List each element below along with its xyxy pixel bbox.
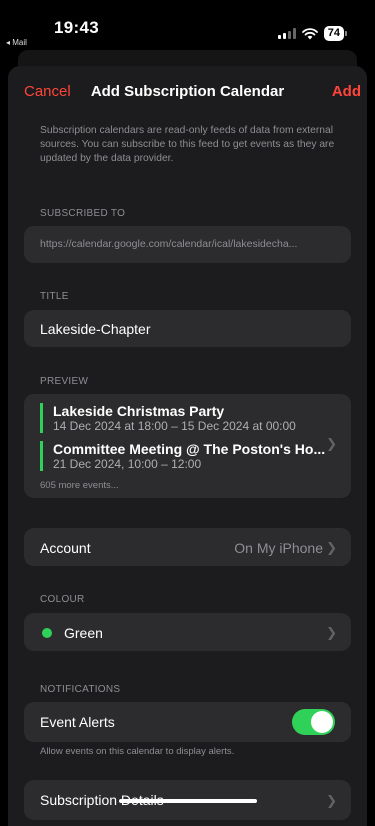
status-time: 19:43	[54, 18, 99, 37]
event-alerts-toggle[interactable]	[292, 709, 335, 735]
status-icons: 74	[277, 26, 347, 41]
page-title: Add Subscription Calendar	[90, 83, 285, 100]
title-value: Lakeside-Chapter	[40, 321, 151, 337]
preview-label: PREVIEW	[40, 376, 89, 387]
more-events-text: 605 more events...	[40, 480, 119, 491]
event-alerts-hint: Allow events on this calendar to display…	[40, 746, 235, 757]
battery-icon: 74	[323, 26, 347, 41]
colour-value: Green	[64, 625, 103, 641]
account-label: Account	[40, 540, 91, 556]
colour-row[interactable]: Green ❯	[24, 613, 351, 651]
subscribed-url-field[interactable]: https://calendar.google.com/calendar/ica…	[24, 226, 351, 263]
event-time: 14 Dec 2024 at 18:00 – 15 Dec 2024 at 00…	[53, 419, 296, 433]
event-item: Lakeside Christmas Party 14 Dec 2024 at …	[40, 403, 338, 433]
account-value: On My iPhone	[234, 540, 323, 556]
colour-swatch	[42, 628, 52, 638]
add-subscription-sheet: Cancel Add Subscription Calendar Add Sub…	[8, 66, 367, 826]
chevron-right-icon: ❯	[326, 793, 337, 808]
subscribed-url: https://calendar.google.com/calendar/ica…	[40, 238, 298, 250]
back-to-mail-link[interactable]: ◂ Mail	[6, 38, 27, 47]
add-button[interactable]: Add	[332, 83, 361, 100]
subscribed-to-label: SUBSCRIBED TO	[40, 208, 126, 219]
title-section-label: TITLE	[40, 291, 69, 302]
status-bar: 19:43 ◂ Mail 74	[0, 0, 375, 47]
colour-label: COLOUR	[40, 594, 85, 605]
event-alerts-row: Event Alerts	[24, 702, 351, 742]
preview-card[interactable]: Lakeside Christmas Party 14 Dec 2024 at …	[24, 394, 351, 498]
notifications-label: NOTIFICATIONS	[40, 684, 121, 695]
nav-bar: Cancel Add Subscription Calendar Add	[8, 66, 367, 116]
event-time: 21 Dec 2024, 10:00 – 12:00	[53, 457, 202, 471]
battery-level: 74	[323, 26, 344, 41]
chevron-right-icon: ❯	[326, 540, 337, 555]
event-title: Lakeside Christmas Party	[53, 403, 225, 419]
wifi-icon	[301, 27, 318, 39]
toggle-knob	[311, 711, 333, 733]
account-row[interactable]: Account On My iPhone ❯	[24, 528, 351, 566]
chevron-right-icon: ❯	[326, 436, 337, 451]
event-alerts-label: Event Alerts	[40, 714, 115, 730]
cellular-signal-icon	[277, 28, 296, 39]
title-field[interactable]: Lakeside-Chapter	[24, 310, 351, 347]
event-title: Committee Meeting @ The Poston's Ho...	[53, 441, 326, 457]
description-text: Subscription calendars are read-only fee…	[40, 125, 335, 164]
chevron-right-icon: ❯	[326, 625, 337, 640]
event-item: Committee Meeting @ The Poston's Ho... 2…	[40, 441, 338, 471]
home-indicator[interactable]	[119, 799, 257, 803]
